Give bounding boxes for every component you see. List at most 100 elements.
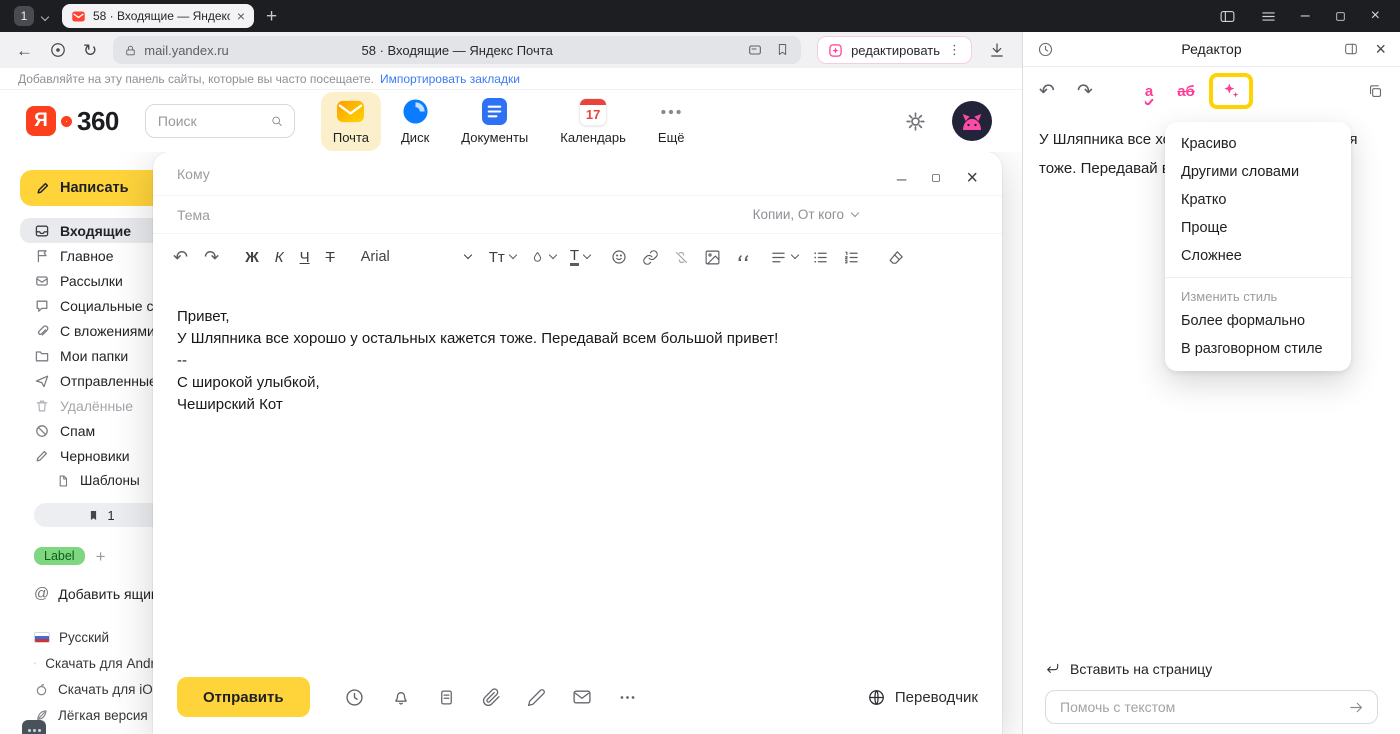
- edit-mode-button[interactable]: редактировать ⋮: [817, 36, 972, 64]
- clear-format-icon[interactable]: [888, 249, 905, 266]
- image-icon[interactable]: [704, 249, 721, 266]
- grammar-check-icon[interactable]: а: [1145, 83, 1153, 100]
- import-bookmarks-link[interactable]: Импортировать закладки: [380, 72, 520, 86]
- downloads-icon[interactable]: [988, 41, 1006, 59]
- edit-pill-kebab-icon[interactable]: ⋮: [948, 42, 961, 58]
- style-check-icon[interactable]: аб: [1177, 83, 1195, 100]
- download-android-link[interactable]: Скачать для Android: [20, 650, 173, 676]
- text-color-select[interactable]: Т: [570, 248, 590, 266]
- label-chip[interactable]: Label: [34, 547, 85, 565]
- active-tab[interactable]: 58 · Входящие — Яндекс Почта ×: [62, 4, 254, 28]
- send-button[interactable]: Отправить: [177, 677, 310, 717]
- submit-arrow-icon[interactable]: [1348, 699, 1365, 716]
- align-select[interactable]: [770, 249, 798, 266]
- ai-prompt-input[interactable]: [1058, 698, 1340, 716]
- undo-icon[interactable]: ↶: [173, 247, 188, 268]
- translator-button[interactable]: Переводчик: [867, 688, 978, 707]
- numbered-list-icon[interactable]: [843, 249, 860, 266]
- back-icon[interactable]: ←: [16, 42, 33, 59]
- new-tab-button[interactable]: +: [266, 7, 277, 26]
- search-icon[interactable]: [270, 113, 283, 129]
- folder-templates[interactable]: Шаблоны: [20, 468, 173, 493]
- folder-social[interactable]: Социальные сети: [20, 293, 173, 318]
- bold-button[interactable]: Ж: [245, 249, 259, 266]
- note-icon[interactable]: [437, 688, 456, 707]
- tab-close-icon[interactable]: ×: [237, 9, 245, 23]
- service-calendar[interactable]: 17 Календарь: [548, 92, 638, 151]
- insert-to-page-button[interactable]: Вставить на страницу: [1045, 661, 1378, 677]
- folder-my-folders[interactable]: Мои папки: [20, 343, 173, 368]
- redo-icon[interactable]: ↷: [204, 247, 219, 268]
- attach-paperclip-icon[interactable]: [482, 688, 501, 707]
- copy-icon[interactable]: [1367, 83, 1384, 100]
- folder-drafts[interactable]: Черновики: [20, 443, 173, 468]
- sidebar-panel-icon[interactable]: [1219, 8, 1236, 25]
- underline-button[interactable]: Ч: [300, 249, 310, 266]
- service-more[interactable]: Ещё: [646, 92, 697, 151]
- browser-menu-icon[interactable]: [1260, 8, 1277, 25]
- compose-expand-icon[interactable]: [930, 172, 942, 184]
- url-bar[interactable]: mail.yandex.ru 58 · Входящие — Яндекс По…: [113, 36, 801, 64]
- service-docs[interactable]: Документы: [449, 92, 540, 151]
- menu-item-shorter[interactable]: Кратко: [1165, 186, 1351, 214]
- window-minimize-icon[interactable]: –: [1301, 8, 1310, 24]
- editor-close-icon[interactable]: ×: [1375, 40, 1386, 58]
- font-size-select[interactable]: Тт: [489, 249, 516, 266]
- editor-redo-icon[interactable]: ↷: [1077, 80, 1093, 103]
- emoji-icon[interactable]: [610, 248, 628, 266]
- download-ios-link[interactable]: Скачать для iOS: [20, 676, 173, 702]
- editor-undo-icon[interactable]: ↶: [1039, 80, 1055, 103]
- italic-button[interactable]: К: [275, 249, 284, 266]
- unlink-icon[interactable]: [673, 249, 690, 266]
- tab-group-chevron-icon[interactable]: [42, 7, 48, 25]
- page-corner-icon[interactable]: [22, 720, 46, 734]
- compose-subject-field[interactable]: Тема Копии, От кого: [153, 196, 1002, 234]
- yandex-360-logo[interactable]: Я 360: [26, 106, 119, 137]
- bullet-list-icon[interactable]: [812, 249, 829, 266]
- menu-item-beautiful[interactable]: Красиво: [1165, 130, 1351, 158]
- language-link[interactable]: Русский: [20, 624, 173, 650]
- protect-icon[interactable]: [49, 41, 67, 59]
- folder-sent[interactable]: Отправленные: [20, 368, 173, 393]
- window-maximize-icon[interactable]: [1334, 10, 1347, 23]
- compose-to-field[interactable]: Кому: [153, 152, 1002, 196]
- signature-pen-icon[interactable]: [527, 688, 546, 707]
- user-avatar[interactable]: [952, 101, 992, 141]
- menu-item-formal[interactable]: Более формально: [1165, 307, 1351, 335]
- folder-inbox[interactable]: Входящие: [20, 218, 173, 243]
- compose-minimize-icon[interactable]: –: [897, 170, 906, 187]
- schedule-clock-icon[interactable]: [344, 687, 365, 708]
- service-disk[interactable]: Диск: [389, 92, 441, 151]
- cc-from-toggle[interactable]: Копии, От кого: [753, 207, 858, 222]
- envelope-icon[interactable]: [572, 687, 592, 707]
- menu-item-complex[interactable]: Сложнее: [1165, 242, 1351, 270]
- folder-main[interactable]: Главное: [20, 243, 173, 268]
- quote-icon[interactable]: [735, 249, 752, 266]
- add-label-icon[interactable]: +: [96, 548, 106, 565]
- bookmark-icon[interactable]: [775, 42, 790, 57]
- service-mail[interactable]: Почта: [321, 92, 381, 151]
- font-family-select[interactable]: Arial: [361, 249, 471, 265]
- strikethrough-button[interactable]: Т: [326, 249, 335, 266]
- refresh-icon[interactable]: ↻: [83, 42, 97, 59]
- compose-body[interactable]: Привет, У Шляпника все хорошо у остальны…: [153, 280, 1002, 660]
- open-in-window-icon[interactable]: [1343, 41, 1359, 57]
- folder-attachments[interactable]: С вложениями: [20, 318, 173, 343]
- compose-button[interactable]: Написать: [20, 170, 173, 206]
- settings-gear-icon[interactable]: [905, 111, 926, 132]
- page-card-icon[interactable]: [747, 42, 763, 58]
- menu-item-simpler[interactable]: Проще: [1165, 214, 1351, 242]
- history-clock-icon[interactable]: [1037, 41, 1054, 58]
- magic-sparkles-icon[interactable]: [1221, 81, 1241, 101]
- compose-close-icon[interactable]: ×: [966, 168, 978, 188]
- highlight-color-select[interactable]: [530, 250, 556, 265]
- menu-item-conversational[interactable]: В разговорном стиле: [1165, 335, 1351, 363]
- folder-trash[interactable]: Удалённые: [20, 393, 173, 418]
- ai-prompt-box[interactable]: [1045, 690, 1378, 724]
- menu-item-other-words[interactable]: Другими словами: [1165, 158, 1351, 186]
- saved-flag-filter[interactable]: 1: [34, 503, 168, 527]
- search-box[interactable]: [145, 104, 295, 138]
- window-close-icon[interactable]: ×: [1371, 8, 1380, 24]
- search-input[interactable]: [156, 112, 265, 130]
- tab-group-badge[interactable]: 1: [14, 6, 34, 26]
